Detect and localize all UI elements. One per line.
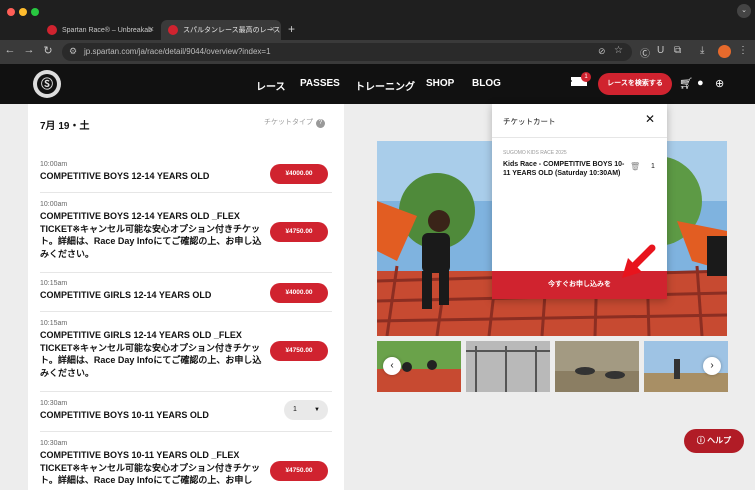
site-header: Ⓢ レース PASSES トレーニング SHOP BLOG レースを検索する 🛒… (0, 64, 755, 104)
nav-shop[interactable]: SHOP (426, 78, 454, 89)
browser-titlebar: Spartan Race® – Unbreakab × スパルタンレース最高のレ… (0, 0, 755, 40)
event-name: COMPETITIVE GIRLS 12-14 YEARS OLD _FLEX … (40, 330, 262, 378)
gallery-prev-button[interactable]: ‹ (383, 357, 401, 375)
tab-title: Spartan Race® – Unbreakab (62, 26, 152, 34)
language-globe-icon[interactable]: ⊕ (715, 77, 724, 90)
add-ticket-button[interactable]: ¥4750.00 (270, 341, 328, 361)
event-name: COMPETITIVE BOYS 12-14 YEARS OLD (40, 171, 210, 181)
help-circle-icon: ? (316, 119, 325, 128)
reload-icon[interactable]: ↻ (41, 44, 55, 57)
event-row: 10:30am COMPETITIVE BOYS 10-11 YEARS OLD… (40, 440, 332, 490)
site-info-icon[interactable]: ⚙ (69, 46, 77, 57)
tab-search-icon[interactable]: ⌄ (737, 4, 751, 18)
minimize-window-button[interactable] (19, 8, 27, 16)
account-icon[interactable]: ● (697, 77, 704, 89)
event-row: 10:30am COMPETITIVE BOYS 10-11 YEARS OLD… (40, 400, 332, 432)
address-bar[interactable]: ⚙ jp.spartan.com/ja/race/detail/9044/ove… (62, 43, 632, 61)
ticket-type-label: チケットタイプ (264, 119, 313, 126)
event-time: 10:30am (40, 440, 68, 447)
new-tab-button[interactable]: + (288, 22, 295, 36)
extensions-puzzle-icon[interactable]: ⧉ (674, 45, 681, 56)
extension-u-icon[interactable]: U (657, 45, 664, 56)
nav-training[interactable]: トレーニング (355, 78, 415, 93)
bookmark-star-icon[interactable]: ☆ (614, 45, 623, 56)
gallery-thumbnail[interactable] (555, 341, 639, 392)
cart-item-name: Kids Race - COMPETITIVE BOYS 10-11 YEARS… (503, 161, 625, 177)
nav-races[interactable]: レース (256, 78, 286, 93)
spartan-favicon-icon (47, 25, 57, 35)
quantity-select[interactable]: 1 ▼ (284, 400, 328, 420)
event-name: COMPETITIVE BOYS 12-14 YEARS OLD _FLEX T… (40, 211, 262, 259)
maximize-window-button[interactable] (31, 8, 39, 16)
thumbnail-illustration (555, 341, 639, 392)
event-row: 10:15am COMPETITIVE GIRLS 12-14 YEARS OL… (40, 320, 332, 392)
browser-menu-icon[interactable]: ⋮ (738, 45, 748, 56)
quantity-value: 1 (293, 406, 297, 413)
close-icon[interactable]: ✕ (645, 112, 655, 126)
help-button[interactable]: ⓘ ヘルプ (684, 429, 744, 453)
add-ticket-button[interactable]: ¥4750.00 (270, 461, 328, 481)
help-circle-icon: ⓘ (696, 436, 708, 445)
nav-blog[interactable]: BLOG (472, 78, 501, 89)
spartan-helmet-icon: Ⓢ (37, 74, 57, 94)
nav-passes[interactable]: PASSES (300, 78, 340, 89)
add-ticket-button[interactable]: ¥4000.00 (270, 283, 328, 303)
close-tab-icon[interactable]: × (149, 24, 154, 34)
shopping-cart-icon[interactable]: 🛒︎ (679, 77, 693, 90)
cart-count-badge: 1 (581, 72, 591, 82)
url-text: jp.spartan.com/ja/race/detail/9044/overv… (84, 47, 271, 56)
race-schedule-panel: 7月 19・土 チケットタイプ? 10:00am COMPETITIVE BOY… (28, 104, 344, 490)
event-name: COMPETITIVE GIRLS 12-14 YEARS OLD (40, 290, 212, 300)
browser-toolbar: ← → ↻ ⚙ jp.spartan.com/ja/race/detail/90… (0, 40, 755, 64)
tab-title: スパルタンレース最高のレース (183, 27, 281, 34)
back-icon[interactable]: ← (3, 44, 17, 56)
profile-avatar[interactable] (718, 45, 731, 58)
cart-item-quantity: 1 (651, 163, 655, 170)
spartan-logo[interactable]: Ⓢ (33, 70, 61, 98)
event-row: 10:00am COMPETITIVE BOYS 12-14 YEARS OLD… (40, 201, 332, 273)
eye-off-icon[interactable]: ⊘ (598, 46, 606, 57)
download-icon[interactable]: ⤓ (700, 45, 704, 56)
cart-title: チケットカート (503, 117, 556, 126)
event-time: 10:15am (40, 320, 68, 327)
ticket-type-filter[interactable]: チケットタイプ? (264, 117, 325, 128)
event-name: COMPETITIVE BOYS 10-11 YEARS OLD _FLEX T… (40, 450, 261, 485)
cart-race-name: SUGOMO KIDS RACE 2025 (503, 150, 567, 156)
caret-down-icon: ▼ (314, 407, 320, 413)
tab-spartan-race[interactable]: Spartan Race® – Unbreakab × (40, 20, 160, 40)
close-tab-icon[interactable]: × (270, 24, 275, 34)
gallery-thumbnail[interactable] (466, 341, 550, 392)
add-ticket-button[interactable]: ¥4000.00 (270, 164, 328, 184)
spartan-favicon-icon (168, 25, 178, 35)
event-row: 10:15am COMPETITIVE GIRLS 12-14 YEARS OL… (40, 280, 332, 312)
close-window-button[interactable] (7, 8, 15, 16)
event-time: 10:00am (40, 201, 68, 208)
add-ticket-button[interactable]: ¥4750.00 (270, 222, 328, 242)
trash-icon[interactable]: 🗑︎ (630, 162, 640, 171)
event-name: COMPETITIVE BOYS 10-11 YEARS OLD (40, 410, 209, 420)
gallery-next-button[interactable]: › (703, 357, 721, 375)
race-date: 7月 19・土 (40, 121, 90, 132)
thumbnail-illustration (466, 341, 550, 392)
help-label: ヘルプ (707, 436, 732, 445)
tab-race-detail[interactable]: スパルタンレース最高のレース × (161, 20, 281, 40)
divider (492, 137, 667, 138)
extension-c-icon[interactable]: Ⓒ (640, 45, 650, 60)
annotation-arrow-icon (622, 244, 656, 278)
forward-icon[interactable]: → (22, 44, 36, 56)
search-race-button[interactable]: レースを検索する (598, 73, 672, 95)
event-row: 10:00am COMPETITIVE BOYS 12-14 YEARS OLD… (40, 161, 332, 193)
